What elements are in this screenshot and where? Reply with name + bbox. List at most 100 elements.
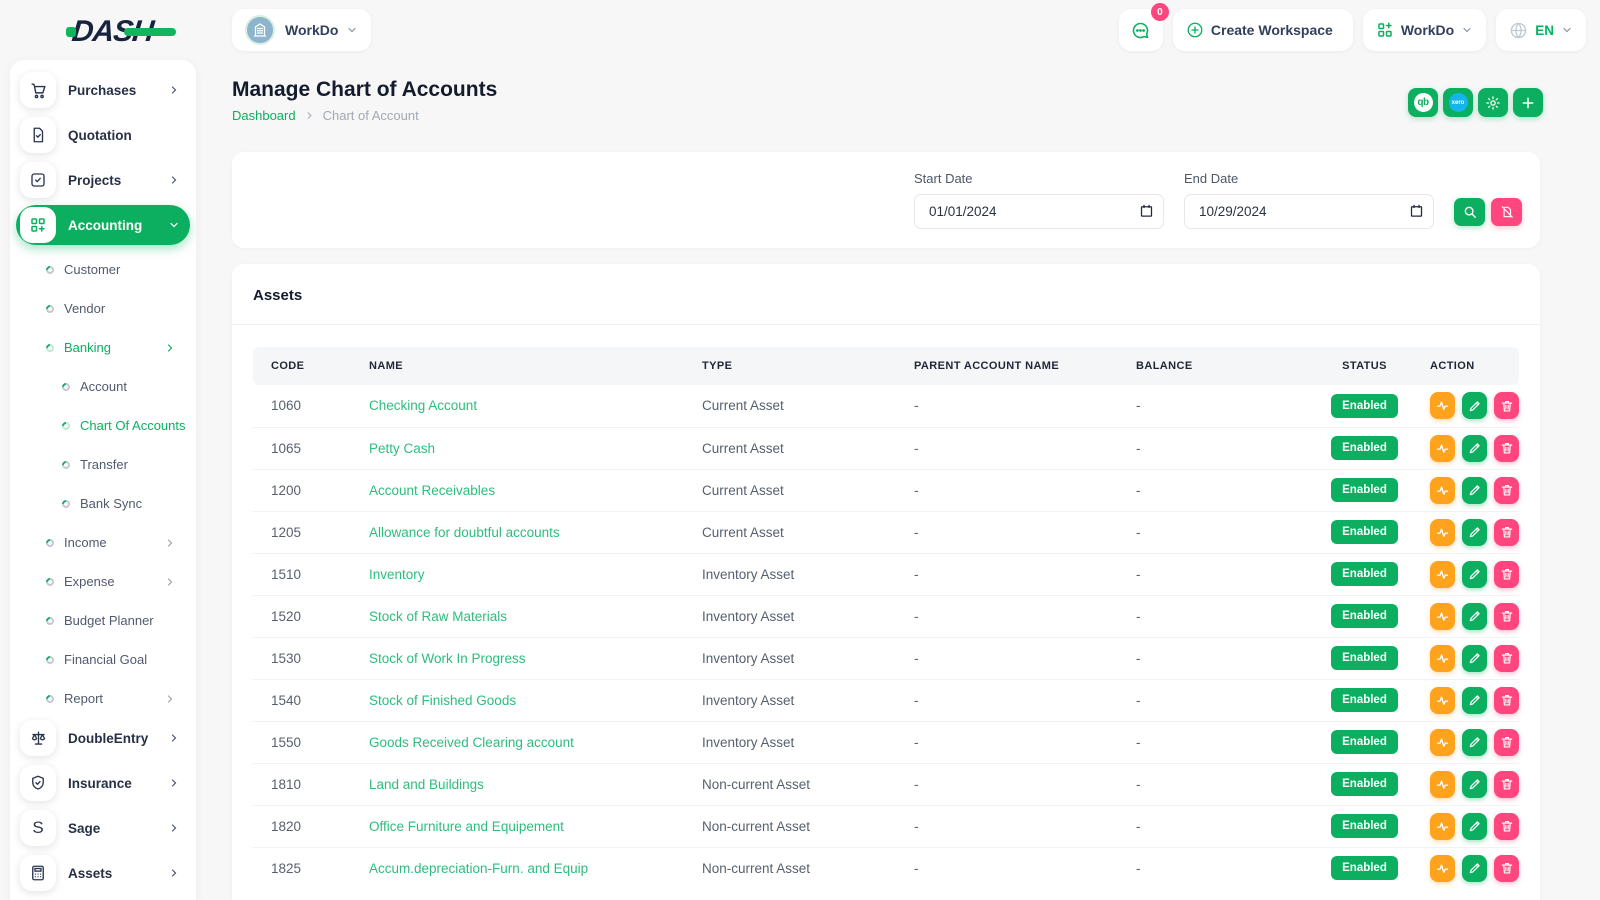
account-name-link[interactable]: Accum.depreciation-Furn. and Equip	[369, 861, 588, 876]
delete-button[interactable]	[1494, 392, 1519, 419]
edit-button[interactable]	[1462, 477, 1487, 504]
sidebar-item-account[interactable]: Account	[16, 367, 190, 406]
delete-button[interactable]	[1494, 729, 1519, 756]
account-name-link[interactable]: Petty Cash	[369, 441, 435, 456]
account-name-link[interactable]: Allowance for doubtful accounts	[369, 525, 560, 540]
edit-button[interactable]	[1462, 392, 1487, 419]
edit-button[interactable]	[1462, 561, 1487, 588]
pulse-icon	[1435, 609, 1450, 624]
sidebar-item-income[interactable]: Income	[16, 523, 190, 562]
cell-name: Allowance for doubtful accounts	[351, 511, 684, 553]
reset-filter-button[interactable]	[1491, 198, 1522, 226]
sidebar-item-quotation[interactable]: Quotation	[16, 115, 190, 155]
status-badge[interactable]: Enabled	[1331, 814, 1398, 838]
language-selector[interactable]: EN	[1496, 9, 1586, 51]
sidebar-item-accounting[interactable]: Accounting	[16, 205, 190, 245]
quickbooks-button[interactable]: qb	[1408, 88, 1438, 117]
account-name-link[interactable]: Land and Buildings	[369, 777, 484, 792]
journal-button[interactable]	[1430, 392, 1455, 419]
workspace-switcher[interactable]: WorkDo	[232, 9, 371, 51]
status-badge[interactable]: Enabled	[1331, 646, 1398, 670]
sidebar-item-assets[interactable]: Assets	[16, 853, 190, 893]
journal-button[interactable]	[1430, 477, 1455, 504]
edit-button[interactable]	[1462, 771, 1487, 798]
sidebar-item-vendor[interactable]: Vendor	[16, 289, 190, 328]
sidebar-item-transfer[interactable]: Transfer	[16, 445, 190, 484]
journal-button[interactable]	[1430, 855, 1455, 882]
account-name-link[interactable]: Stock of Raw Materials	[369, 609, 507, 624]
messages-button[interactable]: 0	[1119, 9, 1163, 51]
status-badge[interactable]: Enabled	[1331, 520, 1398, 544]
journal-button[interactable]	[1430, 519, 1455, 546]
calendar-icon[interactable]	[1409, 203, 1424, 218]
cell-type: Non-current Asset	[684, 805, 896, 847]
account-name-link[interactable]: Stock of Finished Goods	[369, 693, 516, 708]
delete-button[interactable]	[1494, 477, 1519, 504]
account-name-link[interactable]: Goods Received Clearing account	[369, 735, 574, 750]
end-date-input[interactable]	[1184, 194, 1434, 229]
apps-menu-button[interactable]: WorkDo	[1363, 9, 1486, 51]
status-badge[interactable]: Enabled	[1331, 772, 1398, 796]
journal-button[interactable]	[1430, 687, 1455, 714]
delete-button[interactable]	[1494, 687, 1519, 714]
status-badge[interactable]: Enabled	[1331, 730, 1398, 754]
edit-button[interactable]	[1462, 519, 1487, 546]
account-name-link[interactable]: Office Furniture and Equipement	[369, 819, 564, 834]
delete-button[interactable]	[1494, 561, 1519, 588]
breadcrumb-dashboard-link[interactable]: Dashboard	[232, 108, 296, 123]
sidebar-item-purchases[interactable]: Purchases	[16, 70, 190, 110]
journal-button[interactable]	[1430, 729, 1455, 756]
status-badge[interactable]: Enabled	[1331, 394, 1398, 418]
account-name-link[interactable]: Checking Account	[369, 398, 477, 413]
delete-button[interactable]	[1494, 645, 1519, 672]
apply-filter-button[interactable]	[1454, 198, 1485, 226]
delete-button[interactable]	[1494, 519, 1519, 546]
status-badge[interactable]: Enabled	[1331, 856, 1398, 880]
add-account-button[interactable]	[1513, 88, 1543, 117]
delete-button[interactable]	[1494, 435, 1519, 462]
edit-button[interactable]	[1462, 813, 1487, 840]
brand-logo[interactable]: DASH	[0, 0, 220, 64]
journal-button[interactable]	[1430, 561, 1455, 588]
account-name-link[interactable]: Inventory	[369, 567, 425, 582]
status-badge[interactable]: Enabled	[1331, 478, 1398, 502]
edit-button[interactable]	[1462, 687, 1487, 714]
status-badge[interactable]: Enabled	[1331, 688, 1398, 712]
sidebar-item-doubleentry[interactable]: DoubleEntry	[16, 718, 190, 758]
sidebar-item-chart-of-accounts[interactable]: Chart Of Accounts	[16, 406, 190, 445]
sidebar-item-report[interactable]: Report	[16, 679, 190, 718]
delete-button[interactable]	[1494, 771, 1519, 798]
journal-button[interactable]	[1430, 771, 1455, 798]
delete-button[interactable]	[1494, 855, 1519, 882]
sidebar-item-budget-planner[interactable]: Budget Planner	[16, 601, 190, 640]
status-badge[interactable]: Enabled	[1331, 436, 1398, 460]
sidebar-item-sage[interactable]: SSage	[16, 808, 190, 848]
settings-button[interactable]	[1478, 88, 1508, 117]
sidebar-item-insurance[interactable]: Insurance	[16, 763, 190, 803]
journal-button[interactable]	[1430, 813, 1455, 840]
status-badge[interactable]: Enabled	[1331, 562, 1398, 586]
edit-button[interactable]	[1462, 855, 1487, 882]
start-date-input[interactable]	[914, 194, 1164, 229]
sidebar-item-projects[interactable]: Projects	[16, 160, 190, 200]
edit-button[interactable]	[1462, 603, 1487, 630]
sidebar-item-banking[interactable]: Banking	[16, 328, 190, 367]
account-name-link[interactable]: Stock of Work In Progress	[369, 651, 526, 666]
sidebar-item-bank-sync[interactable]: Bank Sync	[16, 484, 190, 523]
status-badge[interactable]: Enabled	[1331, 604, 1398, 628]
journal-button[interactable]	[1430, 435, 1455, 462]
journal-button[interactable]	[1430, 603, 1455, 630]
edit-button[interactable]	[1462, 729, 1487, 756]
sidebar-item-customer[interactable]: Customer	[16, 250, 190, 289]
delete-button[interactable]	[1494, 603, 1519, 630]
edit-button[interactable]	[1462, 435, 1487, 462]
calendar-icon[interactable]	[1139, 203, 1154, 218]
create-workspace-button[interactable]: Create Workspace	[1173, 9, 1353, 51]
delete-button[interactable]	[1494, 813, 1519, 840]
journal-button[interactable]	[1430, 645, 1455, 672]
sidebar-item-financial-goal[interactable]: Financial Goal	[16, 640, 190, 679]
sidebar-item-expense[interactable]: Expense	[16, 562, 190, 601]
xero-button[interactable]: xero	[1443, 88, 1473, 117]
account-name-link[interactable]: Account Receivables	[369, 483, 495, 498]
edit-button[interactable]	[1462, 645, 1487, 672]
